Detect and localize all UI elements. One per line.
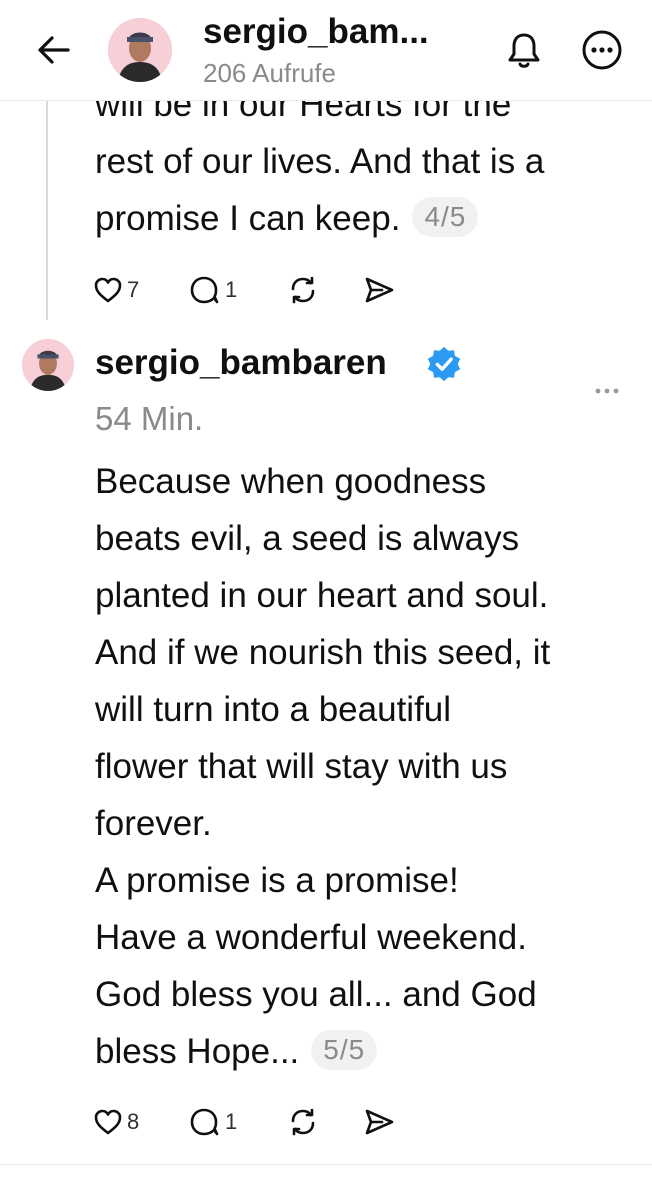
avatar-image (108, 18, 172, 82)
view-count: 206 Aufrufe (203, 58, 336, 88)
heart-icon (94, 1109, 122, 1135)
reply-icon (190, 1108, 219, 1136)
profile-avatar[interactable] (108, 18, 172, 82)
post-timestamp: 54 Min. (95, 400, 204, 437)
reply-count: 1 (225, 277, 238, 302)
post-divider (0, 1164, 652, 1165)
bell-icon (508, 33, 540, 68)
like-button[interactable]: 8 (92, 1102, 139, 1142)
top-bar: sergio_bam... 206 Aufrufe (0, 0, 652, 101)
post-body: Because when goodness beats evil, a seed… (95, 462, 551, 1071)
reply-icon (190, 276, 219, 304)
reply-button[interactable]: 1 (188, 270, 237, 310)
repost-button[interactable] (286, 1102, 320, 1142)
thread-pager: 5/5 (311, 1030, 378, 1070)
reply-count: 1 (225, 1109, 238, 1134)
back-arrow-icon (38, 36, 70, 64)
heart-icon (94, 277, 122, 303)
more-options-button[interactable] (580, 28, 624, 72)
post-author-avatar[interactable] (22, 339, 74, 391)
thread-connector-line (46, 100, 48, 320)
share-icon (365, 1109, 394, 1135)
post-more-icon[interactable] (592, 380, 622, 402)
post-author-username[interactable]: sergio_bambaren (95, 343, 387, 383)
thread-pager: 4/5 (412, 197, 479, 237)
repost-icon (291, 1108, 315, 1136)
like-count: 8 (127, 1109, 140, 1134)
more-icon (582, 30, 622, 70)
like-button[interactable]: 7 (92, 270, 139, 310)
repost-icon (291, 276, 315, 304)
post-actions: 7 1 (92, 270, 412, 310)
post-text: Because when goodness beats evil, a seed… (95, 453, 550, 1080)
header-username[interactable]: sergio_bam... (203, 12, 429, 52)
notifications-button[interactable] (502, 28, 546, 72)
share-button[interactable] (362, 1102, 396, 1142)
verified-icon (427, 346, 461, 382)
reply-button[interactable]: 1 (188, 1102, 237, 1142)
share-icon (365, 277, 394, 303)
post-body: rest of our lives. And that is a promise… (95, 142, 545, 238)
post-actions: 8 1 (92, 1102, 412, 1142)
back-button[interactable] (34, 30, 74, 70)
share-button[interactable] (362, 270, 396, 310)
repost-button[interactable] (286, 270, 320, 310)
post-text: rest of our lives. And that is a promise… (95, 133, 544, 247)
avatar-image (22, 339, 74, 391)
like-count: 7 (127, 277, 140, 302)
